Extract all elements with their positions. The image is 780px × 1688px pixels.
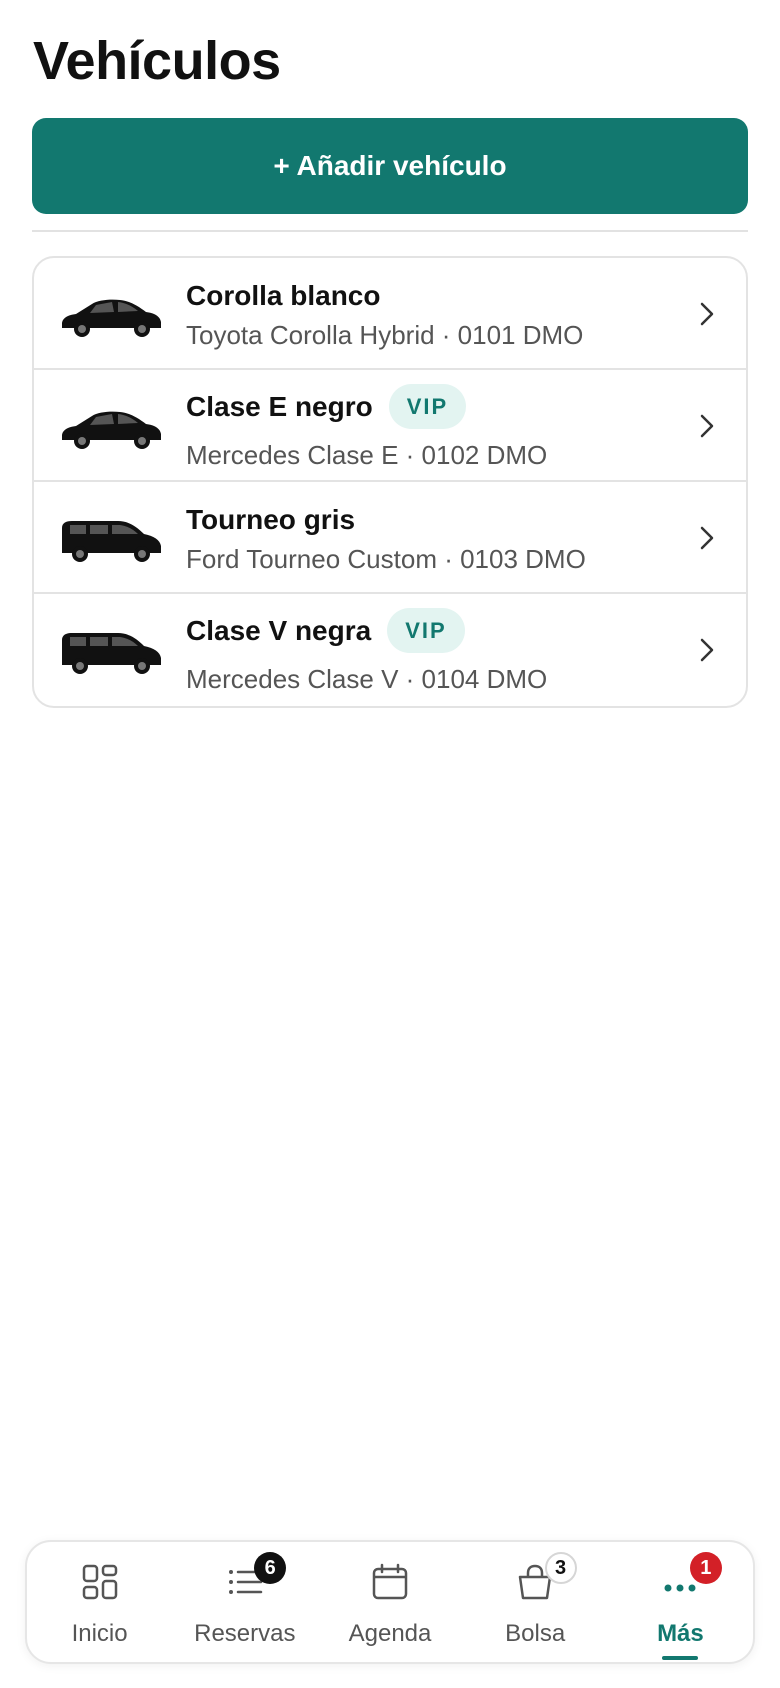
nav-label: Bolsa	[505, 1620, 566, 1647]
vehicle-row-clase-e[interactable]: Clase E negro VIP Mercedes Clase E · 0102…	[34, 370, 746, 482]
nav-label: Inicio	[71, 1620, 128, 1647]
divider	[32, 230, 748, 232]
page-title: Vehículos	[33, 31, 281, 91]
van-icon	[62, 633, 161, 674]
vehicle-name: Clase V negra VIP	[186, 608, 465, 653]
nav-label: Agenda	[348, 1620, 432, 1647]
vehicle-name: Corolla blanco	[186, 280, 381, 311]
bottom-nav: Inicio 6 Reservas Agenda 3 Bolsa 1 Más	[25, 1540, 755, 1664]
calendar-icon	[372, 1563, 408, 1600]
grid-icon	[82, 1564, 117, 1600]
nav-label: Más	[657, 1620, 704, 1647]
vehicle-name: Clase E negro VIP	[186, 384, 467, 429]
chevron-right-icon	[700, 526, 714, 550]
nav-item-reservas[interactable]: 6 Reservas	[172, 1542, 317, 1662]
active-indicator	[662, 1656, 699, 1660]
bolsa-count-badge: 3	[544, 1552, 577, 1584]
sedan-car-icon	[62, 299, 161, 337]
vehicle-detail: Ford Tourneo Custom · 0103 DMO	[186, 544, 586, 574]
chevron-right-icon	[700, 414, 714, 438]
vehicle-detail: Toyota Corolla Hybrid · 0101 DMO	[186, 320, 584, 350]
nav-item-inicio[interactable]: Inicio	[27, 1542, 172, 1662]
vehicle-detail: Mercedes Clase E · 0102 DMO	[186, 440, 548, 470]
nav-item-mas[interactable]: 1 Más	[608, 1542, 753, 1662]
nav-item-agenda[interactable]: Agenda	[317, 1542, 462, 1662]
chevron-right-icon	[700, 638, 714, 662]
vehicle-row-corolla[interactable]: Corolla blanco Toyota Corolla Hybrid · 0…	[34, 258, 746, 370]
chevron-right-icon	[700, 302, 714, 326]
vehicle-row-clase-v[interactable]: Clase V negra VIP Mercedes Clase V · 0104…	[34, 594, 746, 706]
vehicle-row-tourneo[interactable]: Tourneo gris Ford Tourneo Custom · 0103 …	[34, 482, 746, 594]
nav-label: Reservas	[194, 1620, 296, 1647]
sedan-car-icon	[62, 411, 161, 449]
mas-alert-badge: 1	[689, 1552, 722, 1584]
vip-badge: VIP	[387, 608, 465, 653]
van-icon	[62, 521, 161, 562]
reservas-count-badge: 6	[254, 1552, 287, 1584]
nav-item-bolsa[interactable]: 3 Bolsa	[463, 1542, 608, 1662]
vehicle-list: Corolla blanco Toyota Corolla Hybrid · 0…	[32, 256, 748, 708]
add-vehicle-button[interactable]: + Añadir vehículo	[32, 118, 748, 214]
vehicle-detail: Mercedes Clase V · 0104 DMO	[186, 664, 548, 694]
vip-badge: VIP	[388, 384, 467, 429]
vehicle-name: Tourneo gris	[186, 504, 356, 535]
